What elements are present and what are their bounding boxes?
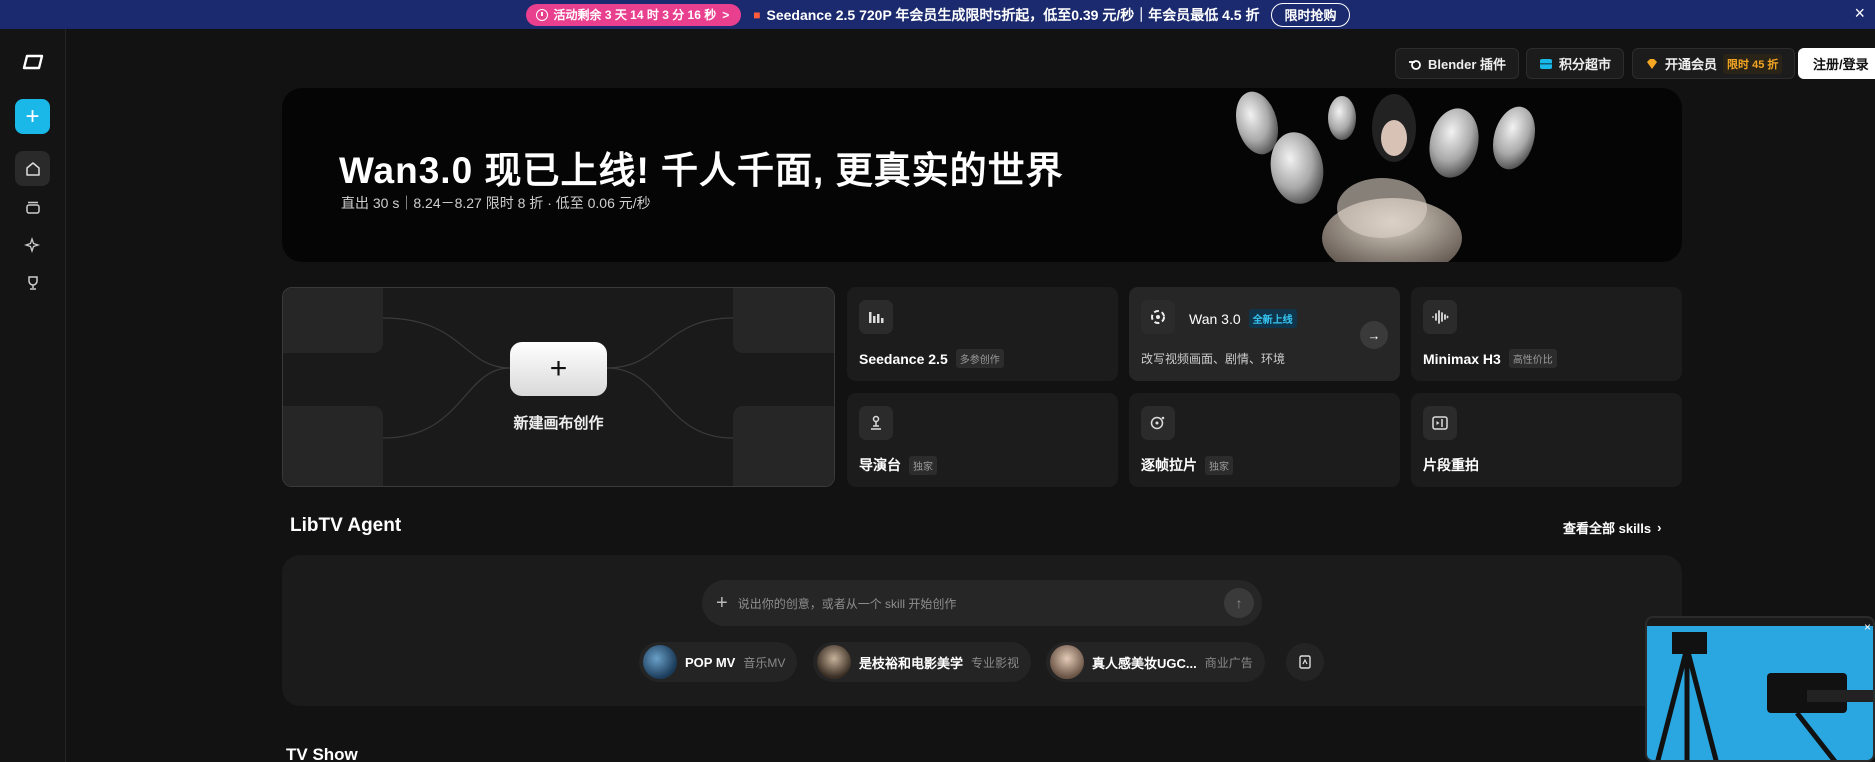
- card-frames-title: 逐帧拉片 独家: [1141, 455, 1233, 475]
- send-button[interactable]: ↑: [1224, 588, 1254, 618]
- blender-plugin-button[interactable]: Blender 插件: [1395, 48, 1520, 79]
- new-canvas-plus-button[interactable]: +: [510, 342, 607, 396]
- chevron-right-icon: ›: [1657, 520, 1662, 535]
- card-seedance-title: Seedance 2.5 多参创作: [859, 349, 1004, 368]
- floating-video-preview[interactable]: ×: [1645, 616, 1875, 762]
- gem-icon: [1647, 58, 1657, 69]
- skill-avatar: [643, 645, 677, 679]
- banner-title: Wan3.0 现已上线! 千人千面, 更真实的世界: [339, 150, 1064, 191]
- card-reshoot[interactable]: 片段重拍: [1411, 393, 1682, 487]
- card-frame-analysis[interactable]: 逐帧拉片 独家: [1129, 393, 1400, 487]
- membership-discount-badge: 限时 45 折: [1723, 53, 1783, 74]
- hero-banner[interactable]: Wan3.0 现已上线! 千人千面, 更真实的世界 直出 30 s｜8.24－8…: [282, 88, 1682, 262]
- card-wan-tag: 全新上线: [1248, 309, 1297, 328]
- app-root: 活动剩余 3 天 14 时 3 分 16 秒 > ■ Seedance 2.5 …: [0, 0, 1875, 762]
- skill-chip-label: 是枝裕和电影美学: [859, 655, 964, 671]
- card-wan-description: 改写视频画面、剧情、环境: [1141, 352, 1286, 366]
- trophy-icon: [27, 275, 38, 290]
- promo-text: ■ Seedance 2.5 720P 年会员生成限时5折起，低至0.39 元/…: [753, 5, 1259, 25]
- blender-icon: [1409, 59, 1421, 70]
- card-director[interactable]: 导演台 独家: [847, 393, 1118, 487]
- skill-avatar: [817, 645, 851, 679]
- logo-icon[interactable]: [22, 54, 44, 70]
- card-reshoot-title: 片段重拍: [1423, 455, 1479, 475]
- skill-chip-label: 真人感美妆UGC...: [1092, 655, 1197, 671]
- frame-scan-icon: [1141, 406, 1175, 440]
- new-canvas-label: 新建画布创作: [513, 415, 604, 432]
- view-all-skills-label: 查看全部 skills: [1563, 521, 1652, 536]
- skills-book-icon: [1299, 655, 1311, 669]
- membership-label: 开通会员: [1665, 57, 1718, 72]
- card-wan-name: Wan 3.0: [1189, 310, 1241, 327]
- chevron-right-icon: >: [722, 7, 730, 22]
- card-director-name: 导演台: [859, 457, 901, 473]
- card-minimax[interactable]: Minimax H3 高性价比: [1411, 287, 1682, 381]
- director-icon: [859, 406, 893, 440]
- sidebar-item-home[interactable]: [15, 151, 50, 186]
- video-thumbnail: [1647, 626, 1873, 760]
- agent-panel: + 说出你的创意，或者从一个 skill 开始创作 ↑ POP MV 音乐MV …: [282, 555, 1682, 706]
- membership-button[interactable]: 开通会员 限时 45 折: [1632, 48, 1796, 79]
- agent-prompt-input[interactable]: + 说出你的创意，或者从一个 skill 开始创作 ↑: [702, 580, 1262, 626]
- banner-subtitle: 直出 30 s｜8.24－8.27 限时 8 折 · 低至 0.06 元/秒: [341, 195, 651, 211]
- view-all-skills-link[interactable]: 查看全部 skills ›: [1563, 518, 1661, 537]
- sparkle-icon: [23, 236, 40, 253]
- clock-icon: [535, 8, 548, 21]
- points-label: 积分超市: [1559, 57, 1612, 72]
- card-director-title: 导演台 独家: [859, 455, 937, 475]
- home-icon: [25, 161, 40, 176]
- stack-icon: [25, 201, 40, 214]
- wan-logo-icon: [1141, 300, 1175, 334]
- sidebar-item-sparkle[interactable]: [15, 227, 50, 262]
- agent-prompt-placeholder: 说出你的创意，或者从一个 skill 开始创作: [737, 596, 957, 611]
- bars-icon: [859, 300, 893, 334]
- card-reshoot-name: 片段重拍: [1423, 457, 1479, 473]
- close-icon[interactable]: ×: [1854, 3, 1865, 24]
- flame-icon: ■: [753, 7, 761, 22]
- skill-chip-category: 专业影视: [971, 655, 1020, 670]
- plus-icon[interactable]: +: [716, 592, 728, 615]
- store-icon: [1540, 58, 1552, 69]
- card-frames-tag: 独家: [1205, 455, 1233, 475]
- sidebar-item-library[interactable]: [15, 189, 50, 224]
- blender-label: Blender 插件: [1428, 57, 1507, 72]
- points-mall-button[interactable]: 积分超市: [1526, 48, 1625, 79]
- new-canvas-card[interactable]: + 新建画布创作: [282, 287, 835, 487]
- promo-timer-pill[interactable]: 活动剩余 3 天 14 时 3 分 16 秒 >: [525, 3, 742, 26]
- skill-chip-category: 音乐MV: [743, 655, 786, 670]
- skill-chip[interactable]: 真人感美妆UGC... 商业广告: [1046, 642, 1265, 682]
- waveform-icon: [1423, 300, 1457, 334]
- card-seedance-tag: 多参创作: [955, 349, 1004, 368]
- create-button[interactable]: +: [15, 99, 50, 134]
- card-minimax-title: Minimax H3 高性价比: [1423, 349, 1557, 368]
- tv-show-section-title: TV Show: [286, 745, 358, 762]
- skill-avatar: [1050, 645, 1084, 679]
- arrow-right-icon[interactable]: →: [1360, 321, 1388, 349]
- skill-chip-category: 商业广告: [1204, 655, 1253, 670]
- card-wan[interactable]: Wan 3.0 全新上线 改写视频画面、剧情、环境 →: [1129, 287, 1400, 381]
- card-director-tag: 独家: [909, 455, 937, 475]
- promo-message: Seedance 2.5 720P 年会员生成限时5折起，低至0.39 元/秒｜…: [766, 6, 1260, 23]
- promo-bar: 活动剩余 3 天 14 时 3 分 16 秒 > ■ Seedance 2.5 …: [0, 0, 1875, 29]
- skill-chip-label: POP MV: [685, 654, 736, 670]
- card-seedance-name: Seedance 2.5: [859, 350, 948, 367]
- close-icon[interactable]: ×: [1864, 620, 1871, 634]
- agent-section-title: LibTV Agent: [290, 515, 402, 536]
- card-minimax-tag: 高性价比: [1508, 349, 1557, 368]
- promo-cta-button[interactable]: 限时抢购: [1271, 2, 1350, 27]
- sidebar-item-trophy[interactable]: [15, 265, 50, 300]
- card-minimax-name: Minimax H3: [1423, 350, 1501, 367]
- promo-timer-label: 活动剩余 3 天 14 时 3 分 16 秒: [553, 8, 717, 22]
- video-clip-icon: [1423, 406, 1457, 440]
- card-wan-title: Wan 3.0 全新上线: [1189, 309, 1297, 328]
- login-button[interactable]: 注册/登录: [1798, 48, 1875, 79]
- skill-chip[interactable]: POP MV 音乐MV: [639, 642, 798, 682]
- more-skills-button[interactable]: [1286, 643, 1324, 681]
- banner-masks-image: [1235, 91, 1536, 262]
- card-seedance[interactable]: Seedance 2.5 多参创作: [847, 287, 1118, 381]
- sidebar: +: [0, 29, 66, 762]
- skill-chip[interactable]: 是枝裕和电影美学 专业影视: [813, 642, 1032, 682]
- card-frames-name: 逐帧拉片: [1141, 457, 1197, 473]
